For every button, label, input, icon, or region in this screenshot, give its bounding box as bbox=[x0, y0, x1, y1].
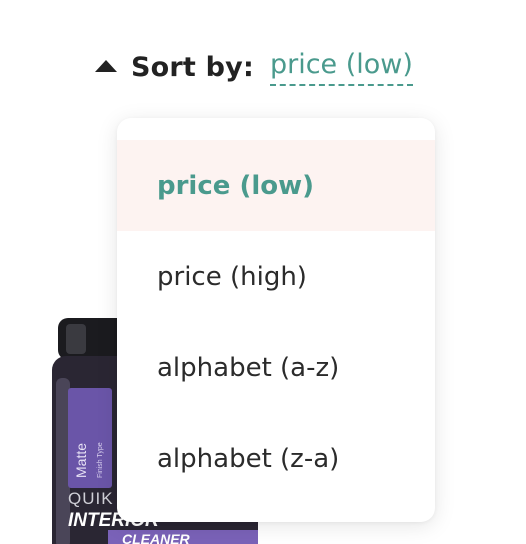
sort-dropdown-screen: Matte Finish Type QUIK INTERIOR CLEANER … bbox=[0, 0, 526, 544]
sort-label: Sort by: bbox=[131, 51, 254, 83]
sort-dropdown-menu: price (low) price (high) alphabet (a-z) … bbox=[117, 118, 435, 522]
sort-option-price-low[interactable]: price (low) bbox=[117, 140, 435, 231]
cap-highlight bbox=[66, 324, 86, 354]
sort-current-value[interactable]: price (low) bbox=[269, 49, 413, 86]
sort-option-alphabet-za[interactable]: alphabet (z-a) bbox=[117, 413, 435, 504]
finish-tag-text: Matte bbox=[73, 443, 89, 478]
product-brand-text: QUIK bbox=[68, 489, 114, 508]
sort-options-list: price (low) price (high) alphabet (a-z) … bbox=[117, 140, 435, 504]
product-name-line2: CLEANER bbox=[122, 531, 191, 544]
caret-up-icon[interactable] bbox=[95, 60, 117, 72]
sort-control[interactable]: Sort by: price (low) bbox=[95, 44, 413, 90]
sort-option-price-high[interactable]: price (high) bbox=[117, 231, 435, 322]
sort-option-alphabet-az[interactable]: alphabet (a-z) bbox=[117, 322, 435, 413]
finish-caption-text: Finish Type bbox=[97, 442, 104, 478]
